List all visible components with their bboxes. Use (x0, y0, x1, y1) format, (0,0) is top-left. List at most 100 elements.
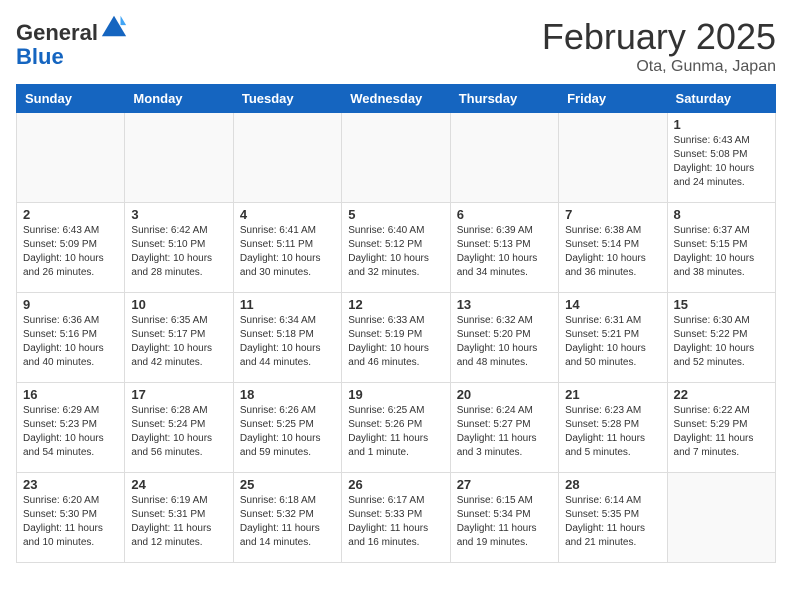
day-number: 16 (23, 387, 118, 402)
calendar-cell: 17 Sunrise: 6:28 AM Sunset: 5:24 PM Dayli… (125, 383, 233, 473)
page-header: General Blue February 2025 Ota, Gunma, J… (16, 16, 776, 76)
week-row-5: 23 Sunrise: 6:20 AM Sunset: 5:30 PM Dayli… (17, 473, 776, 563)
day-info: Sunrise: 6:18 AM Sunset: 5:32 PM Dayligh… (240, 494, 335, 550)
day-info: Sunrise: 6:22 AM Sunset: 5:29 PM Dayligh… (674, 404, 769, 460)
day-info: Sunrise: 6:23 AM Sunset: 5:28 PM Dayligh… (565, 404, 660, 460)
day-number: 2 (23, 207, 118, 222)
calendar-cell: 25Sunrise: 6:18 AM Sunset: 5:32 PM Dayli… (233, 473, 341, 563)
calendar-cell: 4Sunrise: 6:41 AM Sunset: 5:11 PM Daylig… (233, 203, 341, 293)
calendar-cell: 5 Sunrise: 6:40 AM Sunset: 5:12 PM Daylig… (342, 203, 450, 293)
day-number: 5 (348, 207, 443, 222)
weekday-wednesday: Wednesday (342, 85, 450, 113)
calendar-cell: 6 Sunrise: 6:39 AM Sunset: 5:13 PM Daylig… (450, 203, 558, 293)
calendar-cell: 23 Sunrise: 6:20 AM Sunset: 5:30 PM Dayli… (17, 473, 125, 563)
day-info: Sunrise: 6:30 AM Sunset: 5:22 PM Dayligh… (674, 314, 769, 370)
calendar-cell: 24 Sunrise: 6:19 AM Sunset: 5:31 PM Dayli… (125, 473, 233, 563)
calendar-cell: 12Sunrise: 6:33 AM Sunset: 5:19 PM Dayli… (342, 293, 450, 383)
day-info: Sunrise: 6:43 AM Sunset: 5:08 PM Dayligh… (674, 134, 769, 190)
weekday-saturday: Saturday (667, 85, 775, 113)
day-number: 18 (240, 387, 335, 402)
day-info: Sunrise: 6:29 AM Sunset: 5:23 PM Dayligh… (23, 404, 118, 460)
day-number: 9 (23, 297, 118, 312)
calendar-cell (559, 113, 667, 203)
month-title: February 2025 (542, 16, 776, 58)
week-row-4: 16 Sunrise: 6:29 AM Sunset: 5:23 PM Dayli… (17, 383, 776, 473)
day-info: Sunrise: 6:39 AM Sunset: 5:13 PM Dayligh… (457, 224, 552, 280)
day-number: 13 (457, 297, 552, 312)
day-info: Sunrise: 6:35 AM Sunset: 5:17 PM Dayligh… (131, 314, 226, 370)
week-row-3: 9 Sunrise: 6:36 AM Sunset: 5:16 PM Daylig… (17, 293, 776, 383)
day-number: 15 (674, 297, 769, 312)
calendar-cell (450, 113, 558, 203)
day-info: Sunrise: 6:17 AM Sunset: 5:33 PM Dayligh… (348, 494, 443, 550)
location: Ota, Gunma, Japan (542, 58, 776, 76)
day-number: 1 (674, 117, 769, 132)
calendar-cell: 15 Sunrise: 6:30 AM Sunset: 5:22 PM Dayli… (667, 293, 775, 383)
day-number: 11 (240, 297, 335, 312)
day-info: Sunrise: 6:36 AM Sunset: 5:16 PM Dayligh… (23, 314, 118, 370)
day-info: Sunrise: 6:32 AM Sunset: 5:20 PM Dayligh… (457, 314, 552, 370)
calendar-cell: 28 Sunrise: 6:14 AM Sunset: 5:35 PM Dayli… (559, 473, 667, 563)
calendar-cell: 16 Sunrise: 6:29 AM Sunset: 5:23 PM Dayli… (17, 383, 125, 473)
day-number: 6 (457, 207, 552, 222)
day-number: 17 (131, 387, 226, 402)
day-info: Sunrise: 6:33 AM Sunset: 5:19 PM Dayligh… (348, 314, 443, 370)
day-number: 10 (131, 297, 226, 312)
logo-general: General (16, 20, 98, 45)
logo-blue: Blue (16, 44, 64, 69)
logo: General Blue (16, 16, 128, 69)
day-info: Sunrise: 6:38 AM Sunset: 5:14 PM Dayligh… (565, 224, 660, 280)
day-info: Sunrise: 6:19 AM Sunset: 5:31 PM Dayligh… (131, 494, 226, 550)
calendar-cell: 3 Sunrise: 6:42 AM Sunset: 5:10 PM Daylig… (125, 203, 233, 293)
title-block: February 2025 Ota, Gunma, Japan (542, 16, 776, 76)
calendar-cell: 22 Sunrise: 6:22 AM Sunset: 5:29 PM Dayli… (667, 383, 775, 473)
calendar-table: SundayMondayTuesdayWednesdayThursdayFrid… (16, 84, 776, 563)
day-info: Sunrise: 6:31 AM Sunset: 5:21 PM Dayligh… (565, 314, 660, 370)
day-number: 14 (565, 297, 660, 312)
calendar-cell: 26 Sunrise: 6:17 AM Sunset: 5:33 PM Dayli… (342, 473, 450, 563)
weekday-sunday: Sunday (17, 85, 125, 113)
calendar-cell: 21 Sunrise: 6:23 AM Sunset: 5:28 PM Dayli… (559, 383, 667, 473)
calendar-cell: 7Sunrise: 6:38 AM Sunset: 5:14 PM Daylig… (559, 203, 667, 293)
day-number: 26 (348, 477, 443, 492)
day-number: 23 (23, 477, 118, 492)
calendar-cell: 10 Sunrise: 6:35 AM Sunset: 5:17 PM Dayli… (125, 293, 233, 383)
calendar-cell: 19Sunrise: 6:25 AM Sunset: 5:26 PM Dayli… (342, 383, 450, 473)
day-info: Sunrise: 6:40 AM Sunset: 5:12 PM Dayligh… (348, 224, 443, 280)
day-number: 27 (457, 477, 552, 492)
week-row-2: 2 Sunrise: 6:43 AM Sunset: 5:09 PM Daylig… (17, 203, 776, 293)
calendar-cell (342, 113, 450, 203)
day-info: Sunrise: 6:42 AM Sunset: 5:10 PM Dayligh… (131, 224, 226, 280)
day-number: 28 (565, 477, 660, 492)
day-number: 22 (674, 387, 769, 402)
calendar-cell (17, 113, 125, 203)
day-info: Sunrise: 6:26 AM Sunset: 5:25 PM Dayligh… (240, 404, 335, 460)
day-info: Sunrise: 6:25 AM Sunset: 5:26 PM Dayligh… (348, 404, 443, 460)
day-info: Sunrise: 6:15 AM Sunset: 5:34 PM Dayligh… (457, 494, 552, 550)
day-info: Sunrise: 6:28 AM Sunset: 5:24 PM Dayligh… (131, 404, 226, 460)
day-info: Sunrise: 6:14 AM Sunset: 5:35 PM Dayligh… (565, 494, 660, 550)
calendar-cell: 9 Sunrise: 6:36 AM Sunset: 5:16 PM Daylig… (17, 293, 125, 383)
day-number: 4 (240, 207, 335, 222)
logo-icon (100, 12, 128, 40)
calendar-cell: 20 Sunrise: 6:24 AM Sunset: 5:27 PM Dayli… (450, 383, 558, 473)
calendar-cell: 1 Sunrise: 6:43 AM Sunset: 5:08 PM Daylig… (667, 113, 775, 203)
calendar-cell (233, 113, 341, 203)
calendar-cell: 13 Sunrise: 6:32 AM Sunset: 5:20 PM Dayli… (450, 293, 558, 383)
calendar-cell: 2 Sunrise: 6:43 AM Sunset: 5:09 PM Daylig… (17, 203, 125, 293)
day-number: 20 (457, 387, 552, 402)
weekday-tuesday: Tuesday (233, 85, 341, 113)
calendar-body: 1 Sunrise: 6:43 AM Sunset: 5:08 PM Daylig… (17, 113, 776, 563)
day-number: 21 (565, 387, 660, 402)
day-number: 24 (131, 477, 226, 492)
day-info: Sunrise: 6:43 AM Sunset: 5:09 PM Dayligh… (23, 224, 118, 280)
day-info: Sunrise: 6:24 AM Sunset: 5:27 PM Dayligh… (457, 404, 552, 460)
calendar-cell: 11Sunrise: 6:34 AM Sunset: 5:18 PM Dayli… (233, 293, 341, 383)
day-number: 3 (131, 207, 226, 222)
weekday-monday: Monday (125, 85, 233, 113)
week-row-1: 1 Sunrise: 6:43 AM Sunset: 5:08 PM Daylig… (17, 113, 776, 203)
calendar-cell: 8Sunrise: 6:37 AM Sunset: 5:15 PM Daylig… (667, 203, 775, 293)
calendar-cell: 14 Sunrise: 6:31 AM Sunset: 5:21 PM Dayli… (559, 293, 667, 383)
weekday-friday: Friday (559, 85, 667, 113)
day-info: Sunrise: 6:20 AM Sunset: 5:30 PM Dayligh… (23, 494, 118, 550)
